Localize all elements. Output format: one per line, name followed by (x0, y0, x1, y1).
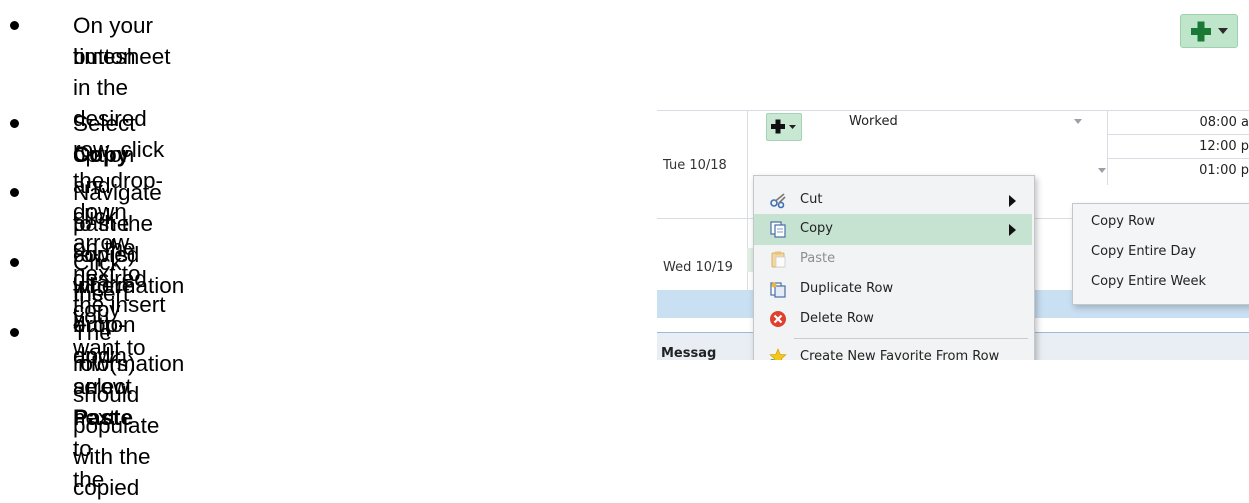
pay-type-dropdown-icon[interactable] (1074, 119, 1082, 124)
chevron-down-icon[interactable] (1181, 15, 1237, 47)
bullet-dot (10, 258, 19, 267)
timesheet-screenshot: Tue 10/18 Wed 10/19 Worked 08:00 a 12:00… (657, 110, 1249, 360)
context-menu: Cut Copy Paste Duplicate Row Delete Row … (753, 175, 1035, 360)
bullet-dot (10, 328, 19, 337)
paste-icon (771, 251, 786, 268)
submenu-arrow-icon (1009, 224, 1016, 236)
bullet-dot (10, 119, 19, 128)
menu-item-label: Duplicate Row (800, 281, 894, 296)
row-insert-button[interactable] (766, 113, 802, 141)
time-in[interactable]: 08:00 a (1199, 115, 1249, 130)
menu-item-delete-row[interactable]: Delete Row (754, 304, 1032, 335)
instruction-5-line2: information (73, 351, 185, 376)
day-label-wed: Wed 10/19 (663, 260, 733, 275)
instruction-5-line1: The row(s) should populate with the copi… (73, 320, 160, 500)
instruction-2-line2: option (73, 142, 135, 167)
submenu-item-copy-entire-day[interactable]: Copy Entire Day (1091, 244, 1196, 259)
menu-item-label: Delete Row (800, 311, 874, 326)
favorite-star-icon (769, 348, 787, 360)
menu-item-paste[interactable]: Paste (754, 244, 1032, 275)
scissors-icon (770, 193, 786, 209)
submenu-item-copy-entire-week[interactable]: Copy Entire Week (1091, 274, 1206, 289)
menu-item-duplicate-row[interactable]: Duplicate Row (754, 274, 1032, 305)
menu-item-cut[interactable]: Cut (754, 185, 1032, 216)
copy-submenu: Copy Row Copy Entire Day Copy Entire Wee… (1072, 203, 1249, 305)
copy-icon (770, 221, 786, 238)
grid-line (657, 110, 1249, 111)
menu-item-label: Copy (800, 221, 833, 236)
bullet-dot (10, 188, 19, 197)
message-label-partial: Messag (661, 346, 717, 360)
menu-item-create-favorite[interactable]: Create New Favorite From Row (754, 342, 1032, 360)
grid-line (1107, 158, 1249, 159)
menu-item-label: Paste (800, 251, 836, 266)
pay-type-field[interactable]: Worked (849, 114, 898, 129)
insert-button-example[interactable] (1180, 14, 1238, 48)
menu-separator (794, 338, 1028, 339)
menu-item-copy[interactable]: Copy (754, 214, 1032, 245)
grid-line (1107, 134, 1249, 135)
day-label-tue: Tue 10/18 (663, 158, 727, 173)
chevron-down-icon[interactable] (767, 114, 801, 140)
duplicate-icon (770, 282, 786, 298)
time-in-2[interactable]: 01:00 p (1199, 163, 1249, 178)
menu-item-label: Create New Favorite From Row (800, 349, 1000, 360)
instruction-1-line2: button (73, 44, 136, 69)
submenu-arrow-icon (1009, 195, 1016, 207)
bullet-dot (10, 21, 19, 30)
grid-line (1107, 110, 1108, 185)
menu-item-label: Cut (800, 192, 823, 207)
submenu-item-copy-row[interactable]: Copy Row (1091, 214, 1155, 229)
delete-icon (770, 311, 786, 327)
time-out[interactable]: 12:00 p (1199, 139, 1249, 154)
dropdown-icon[interactable] (1098, 168, 1106, 173)
